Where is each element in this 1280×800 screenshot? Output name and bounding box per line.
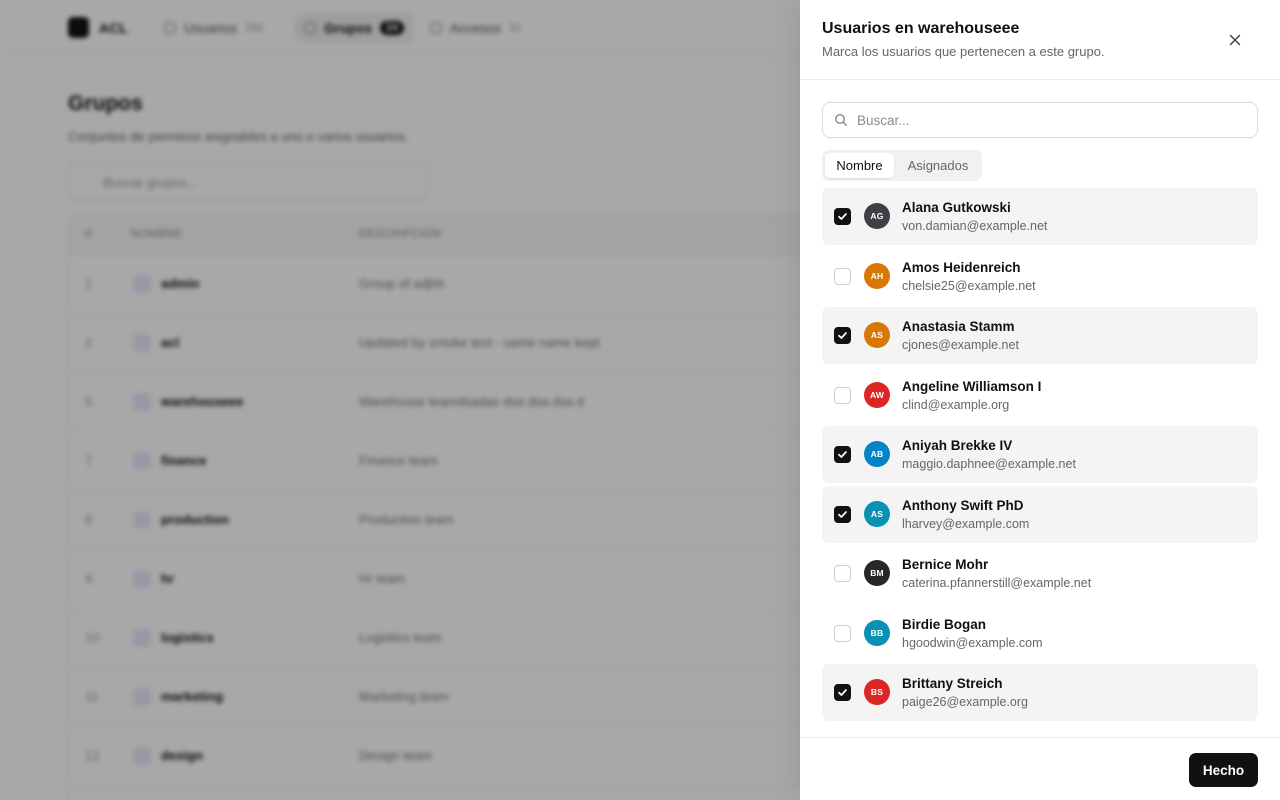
avatar: AB (864, 441, 890, 467)
user-name: Brittany Streich (902, 676, 1003, 691)
user-checkbox[interactable] (834, 505, 851, 523)
user-name: Anthony Swift PhD (902, 497, 1024, 513)
avatar: AH (864, 262, 890, 289)
user-checkbox[interactable] (834, 446, 851, 463)
done-button[interactable]: Hecho (1189, 753, 1258, 787)
user-row[interactable]: BB Birdie Bogan hgoodwin@example.com (822, 605, 1258, 662)
avatar: BB (864, 619, 890, 646)
user-email: hgoodwin@example.com (902, 635, 1043, 650)
user-row[interactable]: AG Alana Gutkowski von.damian@example.net (822, 188, 1258, 245)
user-row[interactable]: AW Angeline Williamson I clind@example.org (822, 367, 1258, 424)
group-users-drawer: Usuarios en warehouseee Marca los usuari… (800, 0, 1280, 800)
user-checkbox[interactable] (834, 565, 851, 582)
check-icon (838, 510, 847, 518)
drawer-footer: Hecho (800, 737, 1280, 800)
check-icon (838, 213, 847, 220)
user-search-field[interactable] (822, 102, 1258, 138)
user-email: lharvey@example.com (902, 516, 1030, 531)
drawer-title: Usuarios en warehouseee (822, 20, 1020, 37)
user-email: chelsie25@example.net (902, 278, 1036, 293)
user-row[interactable]: AH Amos Heidenreich chelsie25@example.net (822, 248, 1258, 305)
user-row[interactable]: AB Aniyah Brekke IV maggio.daphnee@example… (822, 426, 1258, 483)
tab-asignados[interactable]: Asignados (897, 153, 979, 178)
user-checkbox[interactable] (834, 624, 851, 642)
user-name: Alana Gutkowski (902, 200, 1011, 215)
user-row[interactable]: AS Anastasia Stamm cjones@example.net (822, 307, 1258, 364)
user-checkbox[interactable] (834, 684, 851, 701)
user-email: von.damian@example.net (902, 219, 1048, 233)
user-name: Aniyah Brekke IV (902, 438, 1013, 453)
tab-nombre[interactable]: Nombre (825, 153, 894, 178)
user-row[interactable]: AS Anthony Swift PhD lharvey@example.com (822, 485, 1258, 543)
user-checkbox[interactable] (834, 208, 851, 225)
avatar: AS (864, 322, 890, 348)
close-icon (1229, 34, 1241, 46)
user-name: Bernice Mohr (902, 557, 989, 572)
drawer-header: Usuarios en warehouseee Marca los usuari… (800, 0, 1280, 80)
user-email: paige26@example.org (902, 695, 1028, 709)
user-row[interactable]: BS Brittany Streich paige26@example.org (822, 664, 1258, 721)
user-email: caterina.pfannerstill@example.net (902, 576, 1092, 590)
user-email: cjones@example.net (902, 338, 1019, 352)
avatar: BS (864, 679, 890, 705)
user-email: clind@example.org (902, 397, 1010, 412)
avatar: AS (864, 500, 890, 527)
user-checkbox[interactable] (834, 267, 851, 285)
user-row[interactable]: BM Bernice Mohr caterina.pfannerstill@exam… (822, 545, 1258, 602)
search-icon (834, 113, 847, 126)
check-icon (838, 689, 847, 696)
user-name: Angeline Williamson I (902, 378, 1042, 394)
avatar: AW (864, 381, 890, 408)
drawer-description: Marca los usuarios que pertenecen a este… (822, 44, 1105, 59)
user-name: Anastasia Stamm (902, 319, 1015, 334)
check-icon (838, 451, 847, 458)
user-checkbox[interactable] (834, 386, 851, 404)
sort-toggle: Nombre Asignados (822, 150, 982, 181)
check-icon (838, 332, 847, 339)
close-button[interactable] (1222, 28, 1248, 52)
user-name: Birdie Bogan (902, 616, 987, 632)
user-email: maggio.daphnee@example.net (902, 457, 1076, 471)
user-checkbox[interactable] (834, 327, 851, 344)
avatar: AG (864, 203, 890, 229)
user-list: AG Alana Gutkowski von.damian@example.net A… (822, 188, 1258, 737)
search-input[interactable] (857, 103, 1249, 137)
user-name: Amos Heidenreich (902, 259, 1021, 275)
avatar: BM (864, 560, 890, 586)
